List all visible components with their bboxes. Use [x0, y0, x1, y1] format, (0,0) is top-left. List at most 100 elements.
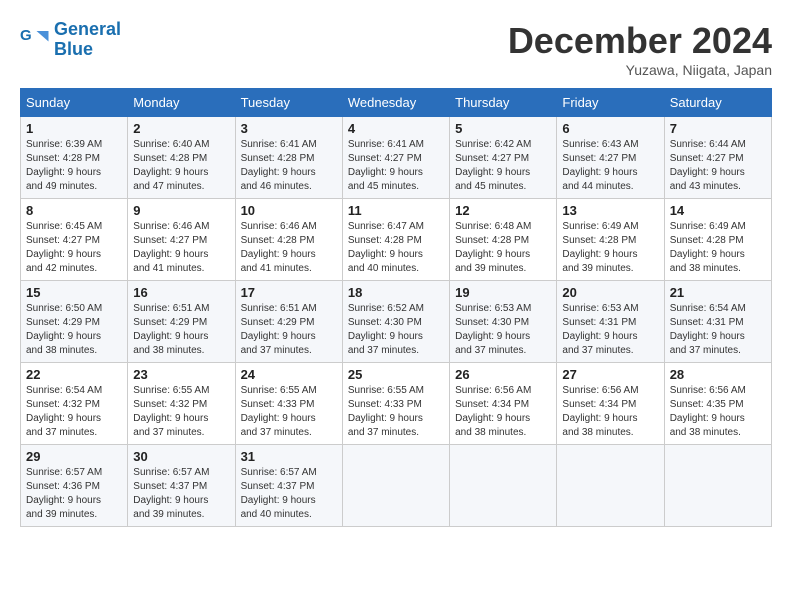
title-block: December 2024 Yuzawa, Niigata, Japan	[508, 20, 772, 78]
calendar-cell: 20 Sunrise: 6:53 AMSunset: 4:31 PMDayligh…	[557, 281, 664, 363]
day-info: Sunrise: 6:49 AMSunset: 4:28 PMDaylight:…	[562, 220, 658, 276]
calendar-cell	[342, 445, 449, 527]
calendar-cell: 29Sunrise: 6:57 AMSunset: 4:36 PMDayligh…	[21, 445, 128, 527]
day-info: Sunrise: 6:56 AMSunset: 4:34 PMDaylight:…	[455, 384, 551, 440]
calendar-cell: 28 Sunrise: 6:56 AMSunset: 4:35 PMDayligh…	[664, 363, 771, 445]
calendar-cell: 15 Sunrise: 6:50 AMSunset: 4:29 PMDayligh…	[21, 281, 128, 363]
day-number: 27	[562, 367, 658, 382]
calendar-cell: 13Sunrise: 6:49 AMSunset: 4:28 PMDayligh…	[557, 199, 664, 281]
day-info: Sunrise: 6:52 AMSunset: 4:30 PMDaylight:…	[348, 302, 444, 358]
day-info: Sunrise: 6:53 AMSunset: 4:31 PMDaylight:…	[562, 302, 658, 358]
day-info: Sunrise: 6:49 AMSunset: 4:28 PMDaylight:…	[670, 220, 766, 276]
day-info: Sunrise: 6:54 AMSunset: 4:32 PMDaylight:…	[26, 384, 122, 440]
calendar-cell: 5 Sunrise: 6:42 AMSunset: 4:27 PMDaylight…	[450, 117, 557, 199]
day-info: Sunrise: 6:50 AMSunset: 4:29 PMDaylight:…	[26, 302, 122, 358]
day-number: 25	[348, 367, 444, 382]
calendar-week-row: 1 Sunrise: 6:39 AMSunset: 4:28 PMDaylight…	[21, 117, 772, 199]
weekday-header: Thursday	[450, 89, 557, 117]
day-info: Sunrise: 6:41 AMSunset: 4:27 PMDaylight:…	[348, 138, 444, 194]
day-info: Sunrise: 6:46 AMSunset: 4:27 PMDaylight:…	[133, 220, 229, 276]
calendar-cell: 11 Sunrise: 6:47 AMSunset: 4:28 PMDayligh…	[342, 199, 449, 281]
calendar-cell: 19Sunrise: 6:53 AMSunset: 4:30 PMDayligh…	[450, 281, 557, 363]
day-number: 22	[26, 367, 122, 382]
day-info: Sunrise: 6:45 AMSunset: 4:27 PMDaylight:…	[26, 220, 122, 276]
calendar-cell	[557, 445, 664, 527]
day-info: Sunrise: 6:47 AMSunset: 4:28 PMDaylight:…	[348, 220, 444, 276]
calendar-cell: 10 Sunrise: 6:46 AMSunset: 4:28 PMDayligh…	[235, 199, 342, 281]
month-title: December 2024	[508, 20, 772, 62]
logo-text: General Blue	[54, 20, 121, 60]
day-info: Sunrise: 6:55 AMSunset: 4:33 PMDaylight:…	[241, 384, 337, 440]
day-number: 9	[133, 203, 229, 218]
calendar-cell: 25Sunrise: 6:55 AMSunset: 4:33 PMDayligh…	[342, 363, 449, 445]
day-info: Sunrise: 6:44 AMSunset: 4:27 PMDaylight:…	[670, 138, 766, 194]
day-info: Sunrise: 6:43 AMSunset: 4:27 PMDaylight:…	[562, 138, 658, 194]
day-info: Sunrise: 6:57 AMSunset: 4:36 PMDaylight:…	[26, 466, 122, 522]
calendar-cell: 7 Sunrise: 6:44 AMSunset: 4:27 PMDaylight…	[664, 117, 771, 199]
day-number: 7	[670, 121, 766, 136]
day-info: Sunrise: 6:54 AMSunset: 4:31 PMDaylight:…	[670, 302, 766, 358]
day-number: 17	[241, 285, 337, 300]
weekday-header: Monday	[128, 89, 235, 117]
day-info: Sunrise: 6:56 AMSunset: 4:34 PMDaylight:…	[562, 384, 658, 440]
weekday-header: Wednesday	[342, 89, 449, 117]
calendar-week-row: 22 Sunrise: 6:54 AMSunset: 4:32 PMDayligh…	[21, 363, 772, 445]
day-number: 23	[133, 367, 229, 382]
weekday-header: Friday	[557, 89, 664, 117]
calendar-cell	[450, 445, 557, 527]
calendar-cell: 16 Sunrise: 6:51 AMSunset: 4:29 PMDayligh…	[128, 281, 235, 363]
day-number: 21	[670, 285, 766, 300]
day-number: 18	[348, 285, 444, 300]
calendar-week-row: 8 Sunrise: 6:45 AMSunset: 4:27 PMDaylight…	[21, 199, 772, 281]
calendar-cell: 1 Sunrise: 6:39 AMSunset: 4:28 PMDaylight…	[21, 117, 128, 199]
logo-icon: G	[20, 25, 50, 55]
day-number: 2	[133, 121, 229, 136]
day-info: Sunrise: 6:46 AMSunset: 4:28 PMDaylight:…	[241, 220, 337, 276]
day-number: 14	[670, 203, 766, 218]
calendar-cell: 4 Sunrise: 6:41 AMSunset: 4:27 PMDaylight…	[342, 117, 449, 199]
day-info: Sunrise: 6:41 AMSunset: 4:28 PMDaylight:…	[241, 138, 337, 194]
calendar-cell: 24 Sunrise: 6:55 AMSunset: 4:33 PMDayligh…	[235, 363, 342, 445]
calendar-cell: 2Sunrise: 6:40 AMSunset: 4:28 PMDaylight…	[128, 117, 235, 199]
day-number: 6	[562, 121, 658, 136]
weekday-header: Tuesday	[235, 89, 342, 117]
day-info: Sunrise: 6:51 AMSunset: 4:29 PMDaylight:…	[241, 302, 337, 358]
calendar-table: SundayMondayTuesdayWednesdayThursdayFrid…	[20, 88, 772, 527]
weekday-header: Saturday	[664, 89, 771, 117]
day-number: 3	[241, 121, 337, 136]
calendar-cell: 6 Sunrise: 6:43 AMSunset: 4:27 PMDaylight…	[557, 117, 664, 199]
calendar-cell: 22 Sunrise: 6:54 AMSunset: 4:32 PMDayligh…	[21, 363, 128, 445]
day-number: 20	[562, 285, 658, 300]
day-number: 15	[26, 285, 122, 300]
day-info: Sunrise: 6:51 AMSunset: 4:29 PMDaylight:…	[133, 302, 229, 358]
day-number: 11	[348, 203, 444, 218]
day-number: 8	[26, 203, 122, 218]
location: Yuzawa, Niigata, Japan	[508, 62, 772, 78]
day-info: Sunrise: 6:56 AMSunset: 4:35 PMDaylight:…	[670, 384, 766, 440]
logo-line2: Blue	[54, 40, 121, 60]
calendar-cell: 30Sunrise: 6:57 AMSunset: 4:37 PMDayligh…	[128, 445, 235, 527]
day-number: 1	[26, 121, 122, 136]
day-number: 30	[133, 449, 229, 464]
day-number: 24	[241, 367, 337, 382]
day-number: 28	[670, 367, 766, 382]
logo: G General Blue	[20, 20, 121, 60]
day-info: Sunrise: 6:39 AMSunset: 4:28 PMDaylight:…	[26, 138, 122, 194]
calendar-cell: 23 Sunrise: 6:55 AMSunset: 4:32 PMDayligh…	[128, 363, 235, 445]
calendar-cell: 21 Sunrise: 6:54 AMSunset: 4:31 PMDayligh…	[664, 281, 771, 363]
day-info: Sunrise: 6:53 AMSunset: 4:30 PMDaylight:…	[455, 302, 551, 358]
logo-line1: General	[54, 19, 121, 39]
calendar-cell: 3 Sunrise: 6:41 AMSunset: 4:28 PMDaylight…	[235, 117, 342, 199]
day-number: 5	[455, 121, 551, 136]
svg-text:G: G	[20, 27, 32, 44]
day-number: 4	[348, 121, 444, 136]
weekday-header: Sunday	[21, 89, 128, 117]
day-info: Sunrise: 6:55 AMSunset: 4:32 PMDaylight:…	[133, 384, 229, 440]
calendar-cell: 14 Sunrise: 6:49 AMSunset: 4:28 PMDayligh…	[664, 199, 771, 281]
day-info: Sunrise: 6:42 AMSunset: 4:27 PMDaylight:…	[455, 138, 551, 194]
day-number: 10	[241, 203, 337, 218]
calendar-cell	[664, 445, 771, 527]
page-header: G General Blue December 2024 Yuzawa, Nii…	[20, 20, 772, 78]
day-number: 16	[133, 285, 229, 300]
calendar-cell: 31Sunrise: 6:57 AMSunset: 4:37 PMDayligh…	[235, 445, 342, 527]
